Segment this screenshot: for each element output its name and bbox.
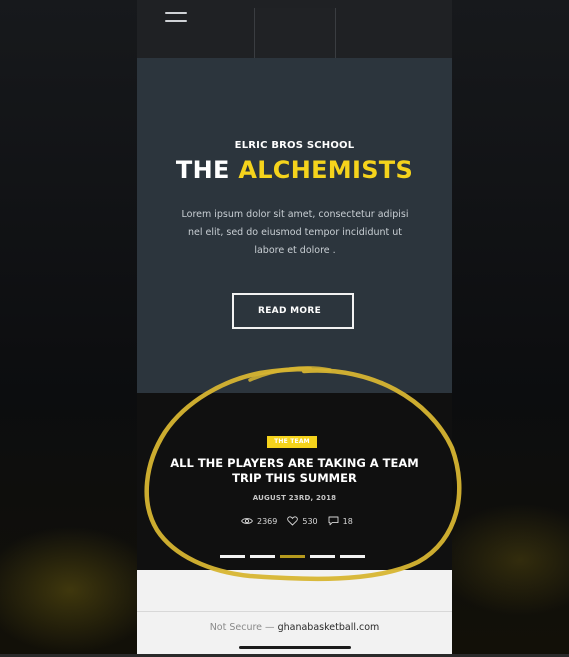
eye-icon — [241, 518, 253, 524]
toolbar-divider — [137, 611, 452, 612]
carousel-dot-1[interactable] — [220, 555, 245, 558]
logo-placeholder[interactable] — [254, 8, 336, 59]
read-more-button[interactable]: READ MORE — [232, 293, 354, 329]
post-stats: 2369 530 18 — [241, 515, 363, 527]
top-navigation-bar — [137, 0, 452, 59]
heart-icon — [287, 516, 299, 526]
site-domain: ghanabasketball.com — [277, 622, 380, 633]
likes-stat[interactable]: 530 — [287, 516, 318, 526]
browser-address-bar: Not Secure — ghanabasketball.com — [137, 570, 452, 657]
views-stat: 2369 — [241, 517, 277, 526]
url-display[interactable]: Not Secure — ghanabasketball.com — [137, 622, 452, 633]
carousel-dot-3[interactable] — [280, 555, 305, 558]
hamburger-menu-icon[interactable] — [165, 12, 187, 24]
slide-title[interactable]: ALL THE PLAYERS ARE TAKING A TEAM TRIP T… — [167, 456, 422, 486]
security-warning: Not Secure — — [209, 622, 275, 633]
phone-screen: ELRIC BROS SCHOOL THE ALCHEMISTS Lorem i… — [137, 0, 452, 657]
carousel-dot-4[interactable] — [310, 555, 335, 558]
carousel-dot-2[interactable] — [250, 555, 275, 558]
hero-title-main: THE — [175, 156, 230, 184]
hero-section: ELRIC BROS SCHOOL THE ALCHEMISTS Lorem i… — [137, 58, 452, 393]
hero-title-accent: ALCHEMISTS — [238, 156, 414, 184]
comments-stat[interactable]: 18 — [328, 516, 353, 526]
home-indicator[interactable] — [239, 646, 351, 649]
likes-count: 530 — [302, 516, 318, 526]
category-tag[interactable]: THE TEAM — [267, 436, 317, 448]
hero-description: Lorem ipsum dolor sit amet, consectetur … — [181, 209, 409, 256]
hero-title: THE ALCHEMISTS — [137, 156, 452, 184]
hero-eyebrow: ELRIC BROS SCHOOL — [234, 140, 355, 151]
news-slide[interactable]: THE TEAM ALL THE PLAYERS ARE TAKING A TE… — [137, 393, 452, 570]
comment-icon — [328, 516, 339, 526]
comments-count: 18 — [342, 516, 353, 526]
carousel-pagination — [220, 555, 370, 558]
slide-date: AUGUST 23RD, 2018 — [252, 494, 337, 502]
carousel-dot-5[interactable] — [340, 555, 365, 558]
views-count: 2369 — [257, 516, 278, 526]
